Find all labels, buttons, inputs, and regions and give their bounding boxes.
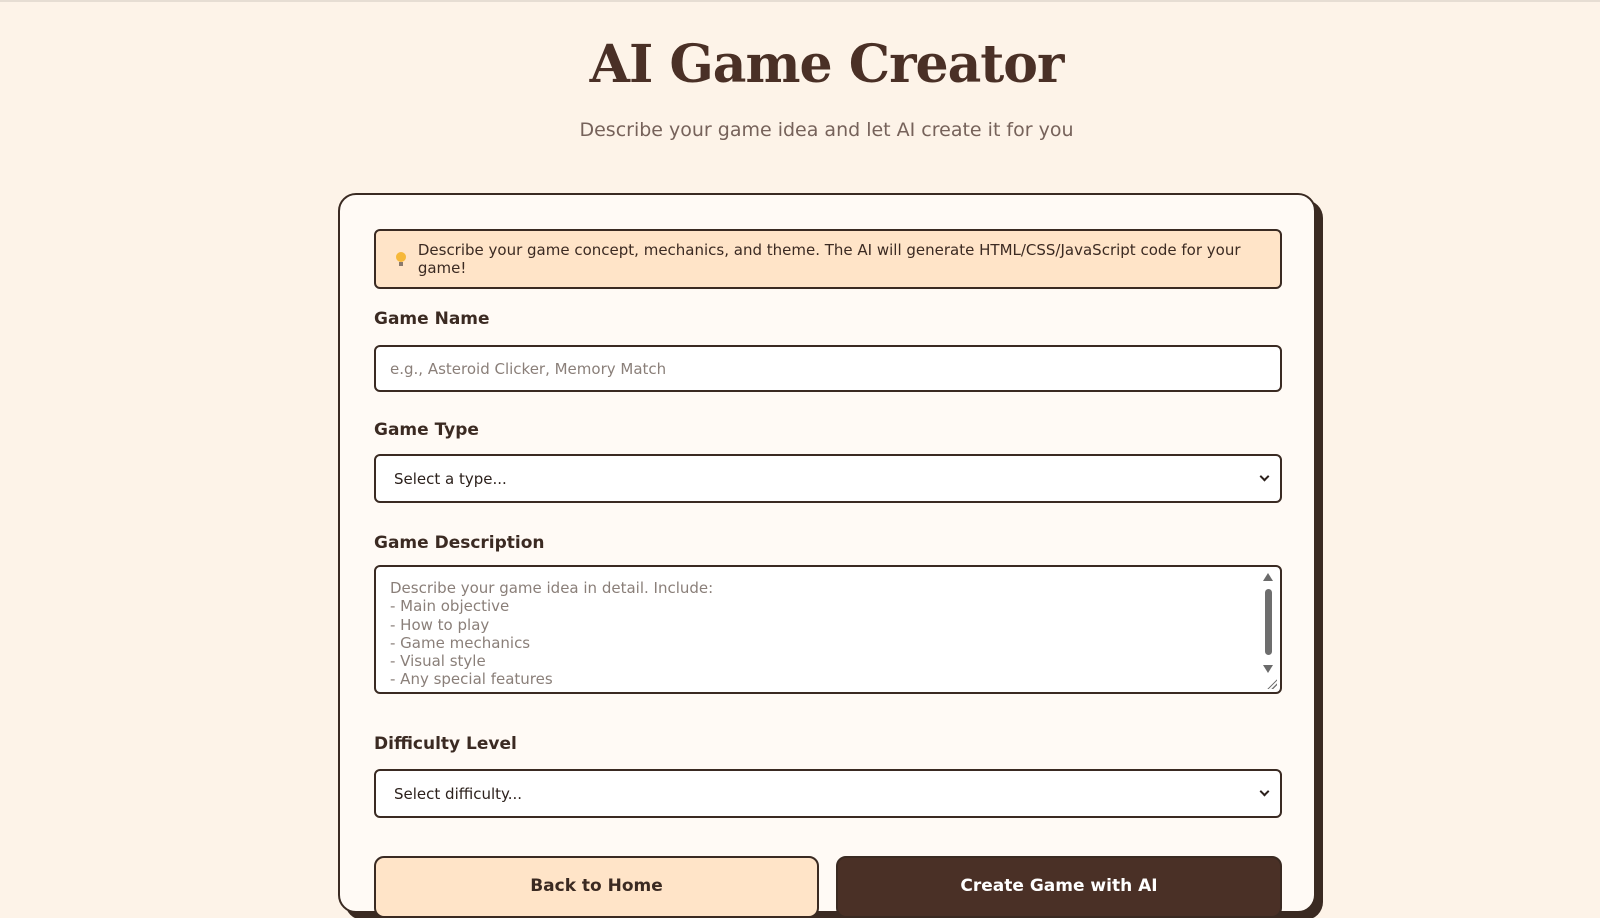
difficulty-select[interactable]: Select difficulty... bbox=[374, 769, 1282, 818]
info-banner-text: Describe your game concept, mechanics, a… bbox=[417, 241, 1241, 277]
create-game-button[interactable]: Create Game with AI bbox=[836, 856, 1282, 918]
game-type-label: Game Type bbox=[374, 420, 479, 440]
game-description-label: Game Description bbox=[374, 533, 545, 553]
game-type-select[interactable]: Select a type... bbox=[374, 454, 1282, 503]
scroll-down-icon[interactable] bbox=[1263, 665, 1273, 673]
top-divider bbox=[0, 0, 1600, 2]
game-type-selected-value: Select a type... bbox=[394, 469, 507, 488]
info-banner: Describe your game concept, mechanics, a… bbox=[374, 229, 1282, 289]
game-description-textarea[interactable]: Describe your game idea in detail. Inclu… bbox=[374, 565, 1282, 694]
scroll-thumb[interactable] bbox=[1265, 589, 1272, 655]
resize-handle-icon[interactable] bbox=[1266, 678, 1277, 689]
difficulty-label: Difficulty Level bbox=[374, 734, 517, 754]
game-description-placeholder: Describe your game idea in detail. Inclu… bbox=[390, 579, 714, 689]
chevron-down-icon bbox=[1259, 786, 1270, 797]
difficulty-selected-value: Select difficulty... bbox=[394, 784, 523, 803]
game-creator-form-card: Describe your game concept, mechanics, a… bbox=[338, 193, 1316, 918]
lightbulb-icon bbox=[396, 252, 406, 266]
chevron-down-icon bbox=[1259, 471, 1270, 482]
page-subtitle: Describe your game idea and let AI creat… bbox=[579, 119, 1074, 141]
game-name-input[interactable] bbox=[374, 345, 1282, 392]
scroll-up-icon[interactable] bbox=[1263, 573, 1273, 581]
textarea-scrollbar[interactable] bbox=[1262, 571, 1274, 677]
page-title: AI Game Creator bbox=[589, 34, 1065, 95]
game-name-label: Game Name bbox=[374, 309, 490, 329]
back-to-home-button[interactable]: Back to Home bbox=[374, 856, 819, 918]
